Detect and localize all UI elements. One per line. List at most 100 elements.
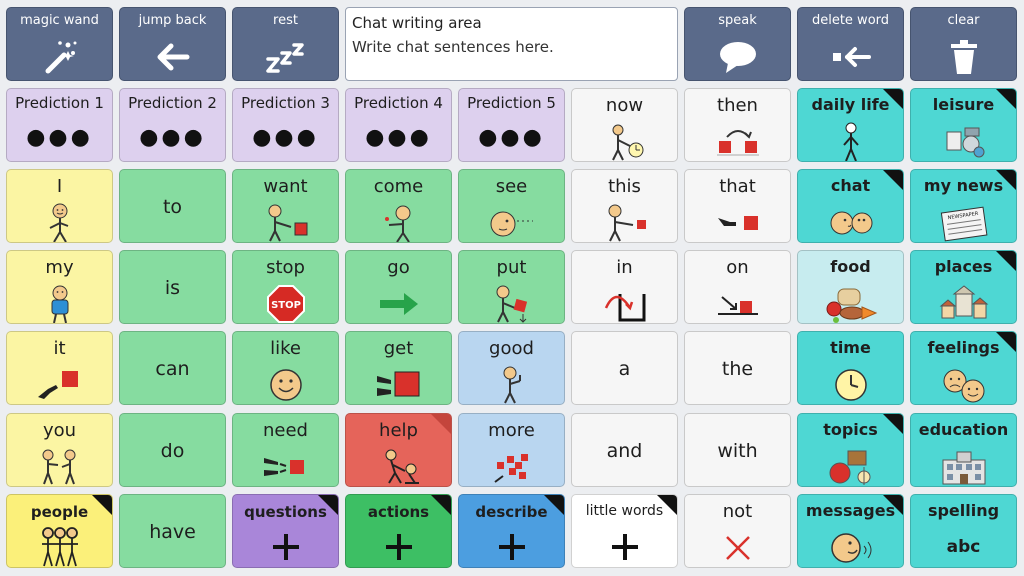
folder-education-button[interactable]: education	[910, 413, 1017, 487]
buildings-icon	[911, 281, 1016, 323]
smiling-face-icon	[233, 362, 338, 404]
clear-button[interactable]: clear	[910, 7, 1017, 81]
folder-time-button[interactable]: time	[797, 331, 904, 405]
more-blocks-icon	[459, 444, 564, 486]
prediction-1-button[interactable]: Prediction 1 ●●●	[6, 88, 113, 162]
magic-wand-label: magic wand	[20, 13, 99, 28]
word-like-button[interactable]: like	[232, 331, 339, 405]
word-help-button[interactable]: help	[345, 413, 452, 487]
person-pointing-self-icon	[7, 200, 112, 242]
folder-leisure-button[interactable]: leisure	[910, 88, 1017, 162]
folder-questions-button[interactable]: questions	[232, 494, 339, 568]
prediction-5-button[interactable]: Prediction 5 ●●●	[458, 88, 565, 162]
word-can-button[interactable]: can	[119, 331, 226, 405]
red-x-icon	[685, 525, 790, 567]
word-this-button[interactable]: this	[571, 169, 678, 243]
prediction-3-button[interactable]: Prediction 3 ●●●	[232, 88, 339, 162]
word-and-label: and	[606, 440, 643, 462]
word-more-button[interactable]: more	[458, 413, 565, 487]
word-that-label: that	[719, 176, 756, 197]
word-want-button[interactable]: want	[232, 169, 339, 243]
folder-feelings-button[interactable]: feelings	[910, 331, 1017, 405]
word-in-label: in	[616, 257, 633, 278]
word-this-label: this	[608, 176, 641, 197]
word-do-label: do	[160, 440, 185, 462]
word-is-button[interactable]: is	[119, 250, 226, 324]
clear-label: clear	[947, 13, 980, 28]
folder-actions-button[interactable]: actions	[345, 494, 452, 568]
folder-spelling-abc: abc	[946, 537, 981, 557]
chat-writing-area[interactable]: Chat writing area Write chat sentences h…	[345, 7, 678, 81]
need-hands-object-icon	[233, 444, 338, 486]
word-more-label: more	[488, 420, 535, 441]
jump-back-button[interactable]: jump back	[119, 7, 226, 81]
folder-little-words-button[interactable]: little words	[571, 494, 678, 568]
on-surface-icon	[685, 281, 790, 323]
word-my-button[interactable]: my	[6, 250, 113, 324]
folder-people-button[interactable]: people	[6, 494, 113, 568]
folder-messages-button[interactable]: messages	[797, 494, 904, 568]
folder-actions-label: actions	[367, 503, 430, 521]
folder-food-label: food	[830, 257, 871, 276]
ellipsis-icon: ●●●	[139, 125, 206, 150]
word-to-button[interactable]: to	[119, 169, 226, 243]
word-have-button[interactable]: have	[119, 494, 226, 568]
word-is-label: is	[164, 277, 181, 299]
folder-food-button[interactable]: food	[797, 250, 904, 324]
word-with-button[interactable]: with	[684, 413, 791, 487]
word-it-button[interactable]: it	[6, 331, 113, 405]
prediction-2-label: Prediction 2	[128, 94, 217, 112]
folder-daily-life-button[interactable]: daily life	[797, 88, 904, 162]
chat-writing-area-title: Chat writing area	[352, 14, 482, 32]
word-in-button[interactable]: in	[571, 250, 678, 324]
prediction-2-button[interactable]: Prediction 2 ●●●	[119, 88, 226, 162]
word-to-label: to	[162, 196, 183, 218]
folder-chat-button[interactable]: chat	[797, 169, 904, 243]
word-that-button[interactable]: that	[684, 169, 791, 243]
jump-back-label: jump back	[138, 13, 207, 28]
folder-my-news-button[interactable]: my news NEWSPAPER	[910, 169, 1017, 243]
word-need-button[interactable]: need	[232, 413, 339, 487]
prediction-4-button[interactable]: Prediction 4 ●●●	[345, 88, 452, 162]
folder-places-button[interactable]: places	[910, 250, 1017, 324]
word-do-button[interactable]: do	[119, 413, 226, 487]
folder-daily-life-label: daily life	[811, 95, 890, 114]
speak-button[interactable]: speak	[684, 7, 791, 81]
word-good-label: good	[489, 338, 534, 359]
folder-leisure-label: leisure	[932, 95, 995, 114]
word-put-button[interactable]: put	[458, 250, 565, 324]
word-go-button[interactable]: go	[345, 250, 452, 324]
word-see-button[interactable]: see	[458, 169, 565, 243]
word-then-button[interactable]: then	[684, 88, 791, 162]
word-and-button[interactable]: and	[571, 413, 678, 487]
word-i-label: I	[56, 176, 63, 197]
word-with-label: with	[717, 440, 758, 462]
ellipsis-icon: ●●●	[252, 125, 319, 150]
word-you-button[interactable]: you	[6, 413, 113, 487]
word-good-button[interactable]: good	[458, 331, 565, 405]
word-on-button[interactable]: on	[684, 250, 791, 324]
word-not-button[interactable]: not	[684, 494, 791, 568]
delete-word-button[interactable]: delete word	[797, 7, 904, 81]
word-come-button[interactable]: come	[345, 169, 452, 243]
folder-describe-button[interactable]: describe	[458, 494, 565, 568]
word-the-button[interactable]: the	[684, 331, 791, 405]
talking-face-icon	[798, 525, 903, 567]
folder-topics-button[interactable]: topics	[797, 413, 904, 487]
sleep-zzz-icon	[233, 36, 338, 78]
folder-chat-label: chat	[830, 176, 871, 195]
speak-label: speak	[718, 13, 757, 28]
folder-spelling-button[interactable]: spelling abc	[910, 494, 1017, 568]
magic-wand-button[interactable]: magic wand	[6, 7, 113, 81]
ellipsis-icon: ●●●	[478, 125, 545, 150]
folder-messages-label: messages	[805, 501, 896, 520]
word-get-button[interactable]: get	[345, 331, 452, 405]
folder-time-label: time	[830, 338, 871, 357]
word-help-label: help	[379, 420, 418, 441]
word-a-button[interactable]: a	[571, 331, 678, 405]
word-i-button[interactable]: I	[6, 169, 113, 243]
word-stop-button[interactable]: stop STOP	[232, 250, 339, 324]
rest-button[interactable]: rest	[232, 7, 339, 81]
rest-label: rest	[273, 13, 298, 28]
word-now-button[interactable]: now	[571, 88, 678, 162]
